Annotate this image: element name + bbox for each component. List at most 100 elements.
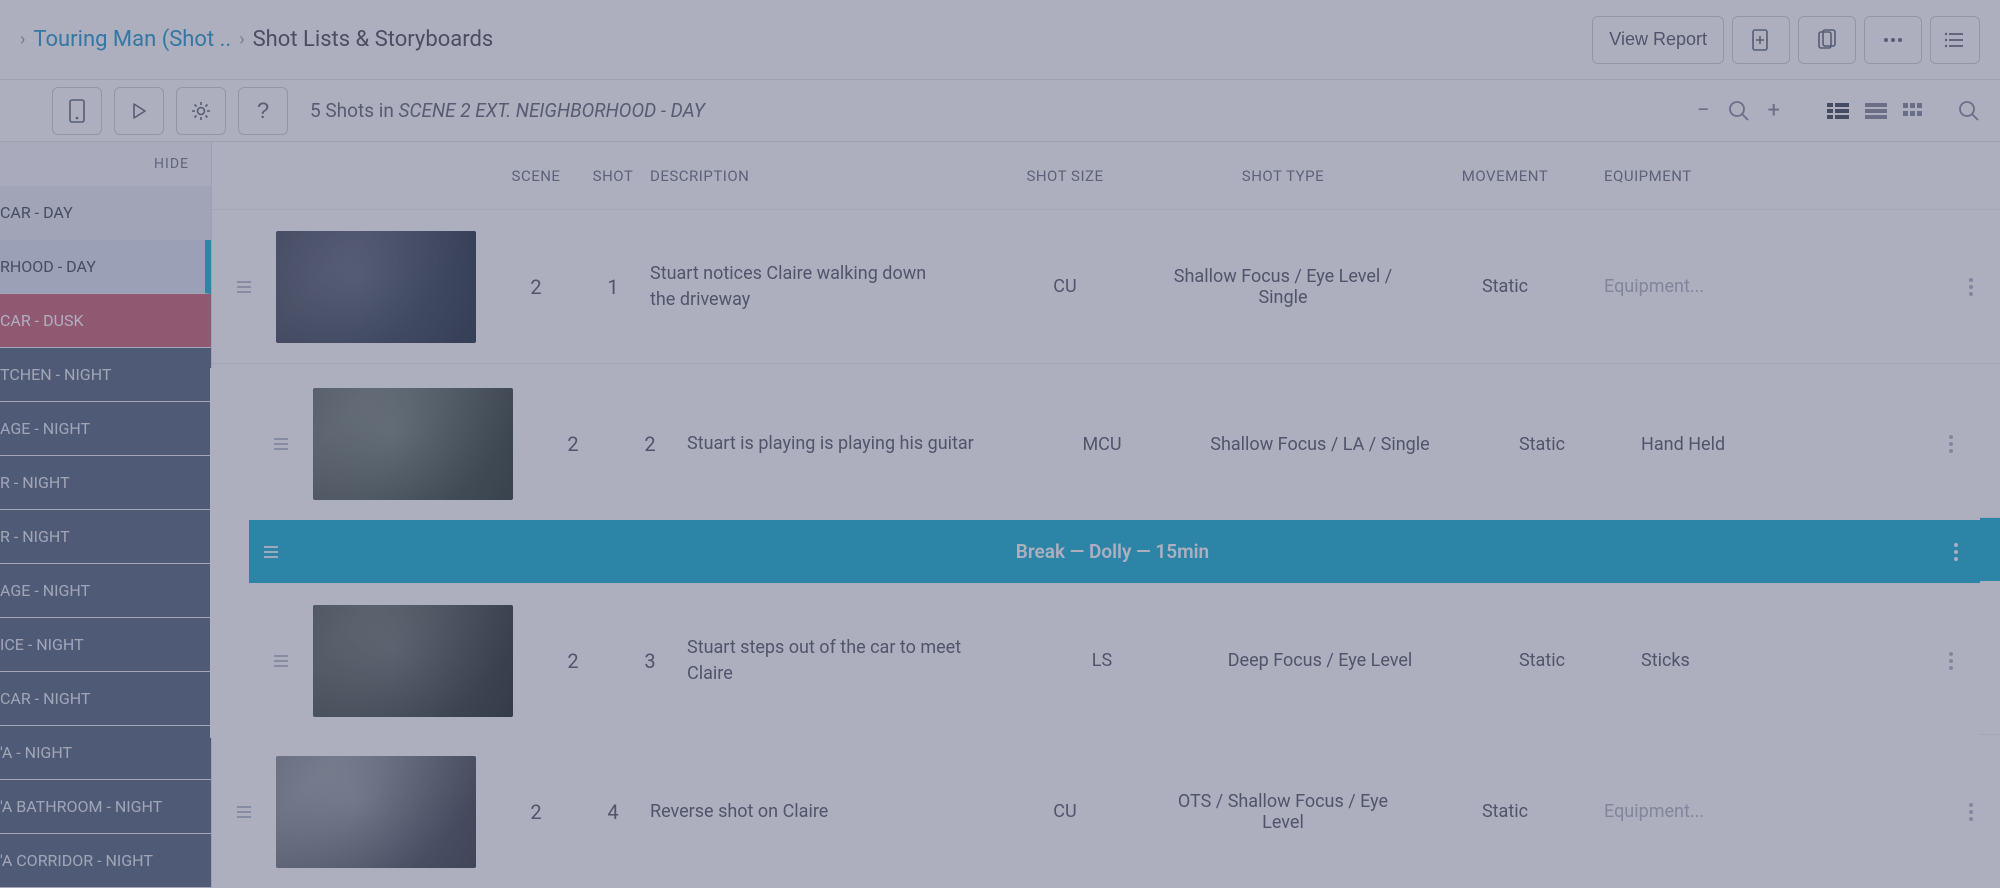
drag-handle[interactable] — [249, 436, 313, 452]
cell-equipment[interactable]: Hand Held — [1641, 434, 1871, 455]
cell-movement[interactable]: Static — [1406, 801, 1604, 822]
play-icon — [131, 102, 147, 120]
cell-description[interactable]: Stuart is playing is playing his guitar — [687, 431, 1007, 456]
row-more-button[interactable] — [1932, 542, 1980, 562]
device-button[interactable] — [52, 87, 102, 135]
shot-row-highlight[interactable]: 2 2 Stuart is playing is playing his gui… — [249, 368, 1980, 520]
scene-sidebar: HIDE CAR - DAY RHOOD - DAY CAR - DUSK TC… — [0, 142, 212, 888]
col-movement[interactable]: MOVEMENT — [1406, 167, 1604, 185]
row-more-button[interactable] — [1871, 651, 1980, 671]
storyboard-thumbnail[interactable] — [276, 231, 476, 343]
column-headers: SCENE SHOT DESCRIPTION SHOT SIZE SHOT TY… — [212, 142, 2000, 210]
drag-icon — [236, 279, 252, 295]
scene-item[interactable]: CAR - DUSK — [0, 294, 211, 348]
col-size[interactable]: SHOT SIZE — [970, 167, 1160, 185]
scene-item[interactable]: TCHEN - NIGHT — [0, 348, 211, 402]
scene-item[interactable]: 'A - NIGHT — [0, 726, 211, 780]
cell-description[interactable]: Stuart notices Claire walking down the d… — [650, 261, 970, 311]
col-equipment[interactable]: EQUIPMENT — [1604, 167, 1834, 185]
cell-size[interactable]: LS — [1007, 650, 1197, 671]
storyboard-thumbnail[interactable] — [313, 388, 513, 500]
cell-size[interactable]: CU — [970, 801, 1160, 822]
storyboard-thumbnail[interactable] — [276, 756, 476, 868]
zoom-in-button[interactable]: + — [1768, 98, 1780, 123]
cell-shot: 2 — [613, 432, 687, 456]
cell-type[interactable]: Shallow Focus / Eye Level / Single — [1160, 266, 1406, 308]
scene-item[interactable]: CAR - NIGHT — [0, 672, 211, 726]
collapse-button[interactable] — [20, 87, 40, 135]
detail-view-button[interactable] — [1826, 101, 1850, 121]
cell-type[interactable]: Deep Focus / Eye Level — [1197, 650, 1443, 671]
zoom-out-button[interactable]: − — [1697, 98, 1710, 123]
col-shot[interactable]: SHOT — [576, 167, 650, 185]
settings-button[interactable] — [176, 87, 226, 135]
add-page-button[interactable] — [1732, 16, 1790, 64]
view-switcher — [1826, 100, 1980, 122]
scene-item[interactable]: AGE - NIGHT — [0, 402, 211, 456]
cell-movement[interactable]: Static — [1443, 434, 1641, 455]
storyboard-thumbnail[interactable] — [313, 605, 513, 717]
row-more-button[interactable] — [1834, 802, 2000, 822]
shot-summary: 5 Shots in SCENE 2 EXT. NEIGHBORHOOD - D… — [310, 99, 705, 122]
cell-equipment[interactable]: Equipment... — [1604, 276, 1834, 297]
cell-equipment[interactable]: Equipment... — [1604, 801, 1834, 822]
cell-shot: 3 — [613, 649, 687, 673]
list-view-button[interactable] — [1864, 101, 1888, 121]
shot-row[interactable]: 2 4 Reverse shot on Claire CU OTS / Shal… — [212, 735, 2000, 888]
scene-item[interactable]: ICE - NIGHT — [0, 618, 211, 672]
drag-handle[interactable] — [249, 544, 293, 560]
cell-type[interactable]: Shallow Focus / LA / Single — [1197, 434, 1443, 455]
break-row-highlight[interactable]: Break — Dolly — 15min — [249, 520, 1980, 583]
shot-count: 5 Shots in — [310, 99, 399, 122]
breadcrumb-parent[interactable]: Touring Man (Shot .. — [33, 27, 231, 52]
search-button[interactable] — [1958, 100, 1980, 122]
drag-handle[interactable] — [249, 653, 313, 669]
scene-item[interactable]: R - NIGHT — [0, 510, 211, 564]
cell-equipment[interactable]: Sticks — [1641, 650, 1871, 671]
chevron-right-icon: › — [20, 29, 25, 50]
more-horizontal-icon — [1882, 37, 1904, 43]
row-more-button[interactable] — [1834, 277, 2000, 297]
cell-movement[interactable]: Static — [1406, 276, 1604, 297]
col-description[interactable]: DESCRIPTION — [650, 167, 970, 185]
more-vertical-icon — [1968, 277, 1974, 297]
grid-view-button[interactable] — [1902, 101, 1924, 121]
col-scene[interactable]: SCENE — [496, 167, 576, 185]
drag-handle[interactable] — [212, 804, 276, 820]
more-button[interactable] — [1864, 16, 1922, 64]
help-button[interactable]: ? — [238, 87, 288, 135]
shot-row[interactable]: 2 1 Stuart notices Claire walking down t… — [212, 210, 2000, 364]
cell-scene: 2 — [496, 275, 576, 299]
scene-label: SCENE 2 EXT. NEIGHBORHOOD - DAY — [399, 99, 705, 122]
scene-item[interactable]: CAR - DAY — [0, 186, 211, 240]
scene-item[interactable]: 'A CORRIDOR - NIGHT — [0, 834, 211, 888]
cell-description[interactable]: Reverse shot on Claire — [650, 799, 970, 824]
phone-icon — [68, 98, 86, 124]
more-vertical-icon — [1968, 802, 1974, 822]
list-toggle-button[interactable] — [1930, 16, 1980, 64]
cell-size[interactable]: MCU — [1007, 434, 1197, 455]
cell-scene: 2 — [533, 432, 613, 456]
copy-button[interactable] — [1798, 16, 1856, 64]
hide-sidebar-button[interactable]: HIDE — [0, 142, 211, 186]
view-report-button[interactable]: View Report — [1592, 16, 1724, 64]
play-button[interactable] — [114, 87, 164, 135]
shot-row-highlight[interactable]: 2 3 Stuart steps out of the car to meet … — [249, 583, 1980, 738]
magnify-icon[interactable] — [1728, 100, 1750, 122]
cell-movement[interactable]: Static — [1443, 650, 1641, 671]
scene-item-active[interactable]: RHOOD - DAY — [0, 240, 211, 294]
scene-item[interactable]: R - NIGHT — [0, 456, 211, 510]
cell-shot: 1 — [576, 275, 650, 299]
zoom-controls: − + — [1697, 98, 1780, 123]
cell-description[interactable]: Stuart steps out of the car to meet Clai… — [687, 635, 1007, 685]
cell-size[interactable]: CU — [970, 276, 1160, 297]
scene-list: CAR - DAY RHOOD - DAY CAR - DUSK TCHEN -… — [0, 186, 211, 888]
scene-item[interactable]: 'A BATHROOM - NIGHT — [0, 780, 211, 834]
drag-handle[interactable] — [212, 279, 276, 295]
scene-item[interactable]: AGE - NIGHT — [0, 564, 211, 618]
col-type[interactable]: SHOT TYPE — [1160, 167, 1406, 185]
toolbar: ? 5 Shots in SCENE 2 EXT. NEIGHBORHOOD -… — [0, 80, 2000, 142]
cell-type[interactable]: OTS / Shallow Focus / Eye Level — [1160, 791, 1406, 833]
row-more-button[interactable] — [1871, 434, 1980, 454]
drag-icon — [236, 804, 252, 820]
